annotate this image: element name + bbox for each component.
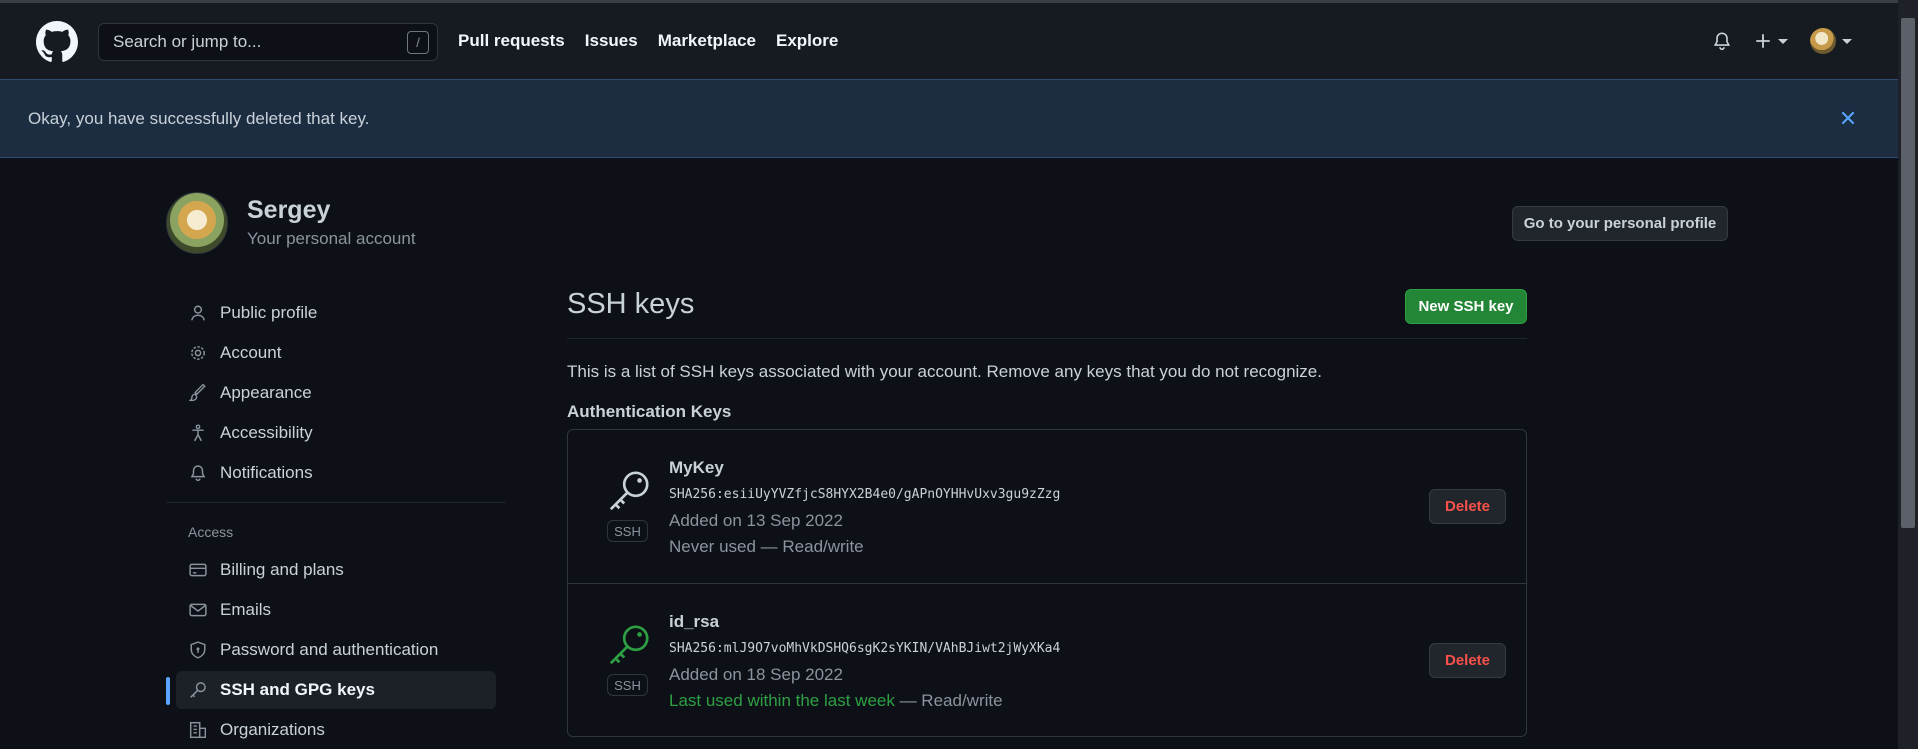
sidebar-divider [166,502,506,503]
key-last-used: Last used within the last week [669,691,895,710]
search-placeholder: Search or jump to... [113,32,262,51]
flash-banner: Okay, you have successfully deleted that… [0,79,1898,158]
nav-marketplace[interactable]: Marketplace [658,31,756,51]
account-name: Sergey [247,196,331,224]
list-item: SSH id_rsa SHA256:mlJ9O7voMhVkDSHQ6sgK2s… [568,583,1526,736]
sidebar-item-label: Accessibility [220,423,313,442]
key-name: MyKey [669,458,724,477]
key-icon [609,625,649,665]
avatar [1810,28,1836,54]
key-type-badge: SSH [607,674,648,696]
key-access: — Read/write [894,691,1003,710]
person-icon [188,303,208,323]
new-ssh-key-button[interactable]: New SSH key [1405,289,1527,324]
github-logo-icon[interactable] [36,21,78,63]
create-new-menu[interactable] [1754,32,1788,50]
go-to-profile-button[interactable]: Go to your personal profile [1512,206,1728,241]
key-access: Never used — Read/write [669,537,864,556]
bell-icon [188,463,208,483]
delete-key-button[interactable]: Delete [1429,489,1506,524]
paintbrush-icon [188,383,208,403]
key-fingerprint: SHA256:mlJ9O7voMhVkDSHQ6sgK2sYKIN/VAhBJi… [669,641,1061,656]
gear-icon [188,343,208,363]
sidebar-item-accessibility[interactable]: Accessibility [176,414,496,452]
section-heading: Authentication Keys [567,402,732,421]
key-usage: Never used — Read/write [669,537,864,557]
key-icon [609,471,649,511]
sidebar-item-label: Billing and plans [220,560,344,579]
nav-explore[interactable]: Explore [776,31,838,51]
sidebar-item-label: Appearance [220,383,312,402]
list-item: SSH MyKey SHA256:esiiUyYVZfjcS8HYX2B4e0/… [568,430,1526,583]
sidebar-item-label: Password and authentication [220,640,439,659]
title-divider [567,338,1527,339]
chevron-down-icon [1842,38,1852,44]
sidebar-item-label: Emails [220,600,272,619]
user-menu[interactable] [1810,28,1852,54]
sidebar-item-billing[interactable]: Billing and plans [176,551,496,589]
key-fingerprint: SHA256:esiiUyYVZfjcS8HYX2B4e0/gAPnOYHHvU… [669,487,1061,502]
accessibility-icon [188,423,208,443]
sidebar-item-label: Account [220,343,282,362]
search-input[interactable]: Search or jump to... / [98,23,438,61]
nav-issues[interactable]: Issues [585,31,638,51]
mail-icon [188,600,208,620]
credit-card-icon [188,560,208,580]
sidebar-item-appearance[interactable]: Appearance [176,374,496,412]
scrollbar-thumb[interactable] [1901,18,1915,528]
flash-message: Okay, you have successfully deleted that… [28,108,370,128]
sidebar-item-label: Notifications [220,463,313,482]
key-name: id_rsa [669,612,720,631]
account-subtitle: Your personal account [247,229,416,248]
sidebar-item-account[interactable]: Account [176,334,496,372]
close-icon[interactable] [1838,108,1858,128]
sidebar-item-public-profile[interactable]: Public profile [176,294,496,332]
nav-pull-requests[interactable]: Pull requests [458,31,565,51]
sidebar-section-heading: Access [188,524,234,540]
key-type-badge: SSH [607,520,648,542]
key-added-date: Added on 13 Sep 2022 [669,511,843,530]
sidebar-item-notifications[interactable]: Notifications [176,454,496,492]
chevron-down-icon [1778,38,1788,44]
page-scrollbar[interactable] [1898,0,1918,749]
sidebar-item-label: SSH and GPG keys [220,680,375,699]
delete-key-button[interactable]: Delete [1429,643,1506,678]
organization-icon [188,720,208,740]
plus-icon [1756,34,1770,48]
sidebar-item-ssh-gpg-keys[interactable]: SSH and GPG keys [166,671,496,709]
search-shortcut-badge: / [407,31,429,54]
sidebar-item-organizations[interactable]: Organizations [176,711,496,749]
intro-text: This is a list of SSH keys associated wi… [567,362,1322,381]
key-usage: Last used within the last week — Read/wr… [669,691,1003,711]
sidebar-item-label: Organizations [220,720,325,739]
sidebar-item-emails[interactable]: Emails [176,591,496,629]
header-actions [1712,3,1852,79]
ssh-key-list: SSH MyKey SHA256:esiiUyYVZfjcS8HYX2B4e0/… [567,429,1527,737]
page-title: SSH keys [567,288,695,320]
key-added-date: Added on 18 Sep 2022 [669,665,843,684]
global-nav: Pull requests Issues Marketplace Explore [458,3,858,79]
sidebar-item-label: Public profile [220,303,318,322]
bell-icon[interactable] [1712,31,1732,51]
avatar [166,192,228,254]
key-icon [188,680,208,700]
global-header: Search or jump to... / Pull requests Iss… [0,3,1898,79]
shield-lock-icon [188,640,208,660]
sidebar-item-password-authentication[interactable]: Password and authentication [176,631,496,669]
